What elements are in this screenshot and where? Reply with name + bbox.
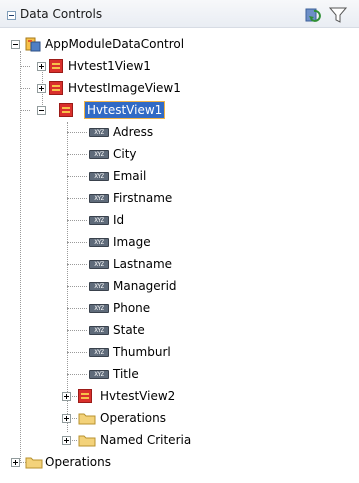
tree-connector — [20, 110, 30, 111]
tree-node-label: Lastname — [113, 257, 173, 271]
folder-icon — [78, 412, 96, 425]
tree-node-label: Image — [113, 235, 151, 249]
tree-connector — [67, 176, 87, 177]
tree-connector — [20, 66, 30, 67]
tree-node-label: HvtestImageView1 — [68, 81, 181, 95]
attribute-icon: XYZ — [89, 150, 109, 159]
tree-node-view[interactable]: HvtestImageView1 — [0, 78, 359, 100]
view-object-icon — [59, 103, 73, 117]
tree-connector — [20, 88, 30, 89]
tree-node-label: Firstname — [113, 191, 173, 205]
attribute-icon: XYZ — [89, 282, 109, 291]
tree-node-label: Title — [113, 367, 139, 381]
tree-node-view[interactable]: HvtestView2 — [0, 386, 359, 408]
expand-toggle[interactable] — [62, 414, 71, 423]
filter-icon[interactable] — [328, 6, 348, 24]
data-controls-header: Data Controls — [0, 0, 359, 28]
data-control-icon — [25, 36, 41, 52]
attribute-icon: XYZ — [89, 238, 109, 247]
attribute-icon: XYZ — [89, 260, 109, 269]
tree-node-label: Operations — [100, 411, 166, 425]
tree-node-attribute[interactable]: XYZ Id — [0, 210, 359, 232]
tree-connector — [67, 352, 87, 353]
tree-node-attribute[interactable]: XYZ Phone — [0, 298, 359, 320]
tree-node-attribute[interactable]: XYZ Firstname — [0, 188, 359, 210]
attribute-icon: XYZ — [89, 194, 109, 203]
collapse-toggle[interactable] — [11, 40, 20, 49]
tree-node-label: Adress — [113, 125, 154, 139]
collapse-toggle[interactable] — [37, 106, 46, 115]
tree-node-attribute[interactable]: XYZ Adress — [0, 122, 359, 144]
panel-title: Data Controls — [20, 7, 103, 21]
tree-node-attribute[interactable]: XYZ Managerid — [0, 276, 359, 298]
tree-node-label: Email — [113, 169, 147, 183]
tree-node-view-selected[interactable]: HvtestView1 — [0, 100, 359, 122]
tree-node-attribute[interactable]: XYZ City — [0, 144, 359, 166]
tree-node-label: Id — [113, 213, 125, 227]
tree-node-attribute[interactable]: XYZ Title — [0, 364, 359, 386]
tree-node-operations[interactable]: Operations — [0, 408, 359, 430]
attribute-icon: XYZ — [89, 304, 109, 313]
tree-node-label: State — [113, 323, 145, 337]
tree-connector — [67, 220, 87, 221]
expand-toggle[interactable] — [62, 392, 71, 401]
tree-node-named-criteria[interactable]: Named Criteria — [0, 430, 359, 452]
tree-connector — [67, 374, 87, 375]
tree-connector — [67, 286, 87, 287]
tree-connector — [67, 308, 87, 309]
expand-toggle[interactable] — [37, 84, 46, 93]
tree-node-attribute[interactable]: XYZ Image — [0, 232, 359, 254]
attribute-icon: XYZ — [89, 128, 109, 137]
tree-connector — [67, 242, 87, 243]
tree-node-label: HvtestView2 — [100, 389, 176, 403]
tree-connector — [67, 198, 87, 199]
tree-node-attribute[interactable]: XYZ Email — [0, 166, 359, 188]
expand-toggle[interactable] — [62, 436, 71, 445]
tree-node-attribute[interactable]: XYZ Lastname — [0, 254, 359, 276]
view-object-icon — [78, 389, 92, 403]
attribute-icon: XYZ — [89, 216, 109, 225]
attribute-icon: XYZ — [89, 370, 109, 379]
folder-icon — [78, 434, 96, 447]
tree-connector — [67, 132, 87, 133]
collapse-panel-icon[interactable] — [7, 11, 16, 20]
attribute-icon: XYZ — [89, 348, 109, 357]
tree-node-label: Operations — [45, 455, 111, 469]
expand-toggle[interactable] — [37, 62, 46, 71]
tree-node-label: HvtestView1 — [83, 101, 166, 119]
tree-node-label: City — [113, 147, 137, 161]
attribute-icon: XYZ — [89, 172, 109, 181]
tree-node-label: Thumburl — [113, 345, 171, 359]
folder-icon — [25, 456, 43, 469]
tree-node-operations[interactable]: Operations — [0, 452, 359, 474]
tree-node-view[interactable]: Hvtest1View1 — [0, 56, 359, 78]
tree-node-attribute[interactable]: XYZ State — [0, 320, 359, 342]
tree-connector — [67, 330, 87, 331]
view-object-icon — [49, 59, 63, 73]
refresh-icon[interactable] — [305, 6, 323, 24]
tree-node-label: Phone — [113, 301, 151, 315]
attribute-icon: XYZ — [89, 326, 109, 335]
tree-node-app-module[interactable]: AppModuleDataControl — [0, 34, 359, 56]
data-controls-tree: AppModuleDataControl Hvtest1View1 Hvtest… — [0, 28, 359, 483]
tree-node-label: Managerid — [113, 279, 177, 293]
tree-node-attribute[interactable]: XYZ Thumburl — [0, 342, 359, 364]
tree-connector — [67, 154, 87, 155]
expand-toggle[interactable] — [11, 458, 20, 467]
tree-node-label: AppModuleDataControl — [45, 37, 185, 51]
tree-node-label: Hvtest1View1 — [68, 59, 151, 73]
tree-node-label: Named Criteria — [100, 433, 192, 447]
view-object-icon — [49, 81, 63, 95]
tree-connector — [67, 264, 87, 265]
